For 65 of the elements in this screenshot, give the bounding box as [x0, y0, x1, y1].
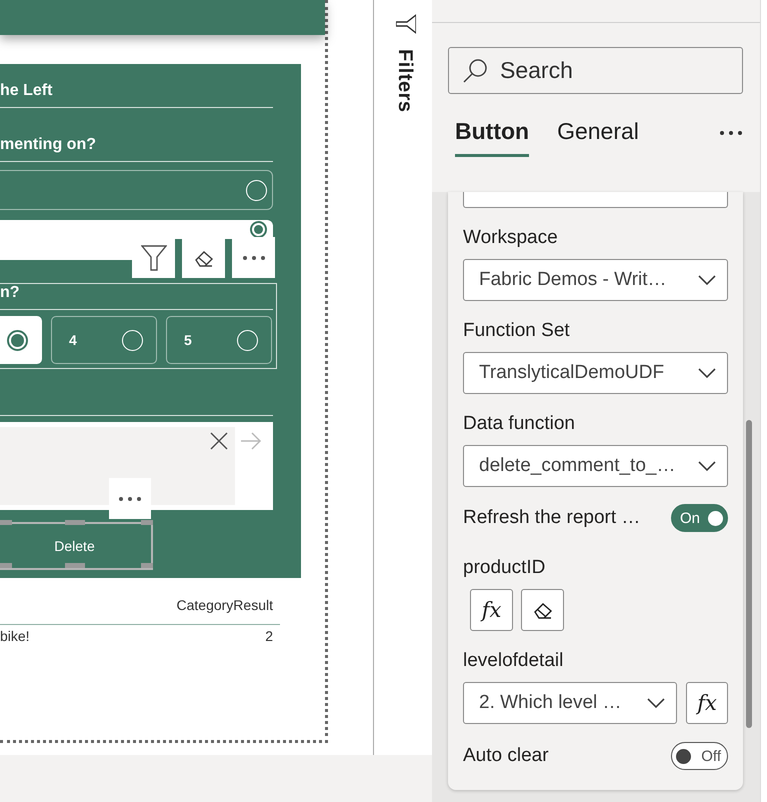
dropdown-field[interactable] — [463, 192, 728, 208]
tab[interactable]: Button — [455, 118, 530, 157]
search-icon — [462, 58, 488, 84]
chevron-down-icon — [646, 697, 666, 709]
comment-input-field[interactable] — [0, 422, 273, 510]
radio-icon[interactable] — [122, 330, 143, 350]
dropdown-field[interactable]: delete_comment_to_… — [463, 445, 728, 487]
arrow-right-icon — [240, 432, 262, 450]
dropdown-field[interactable]: TranslyticalDemoUDF — [463, 352, 728, 394]
rating-option[interactable]: 5 — [166, 316, 272, 364]
dropdown-value: delete_comment_to_… — [479, 455, 676, 477]
fx-button[interactable]: fx — [470, 589, 513, 631]
option-row[interactable] — [0, 170, 273, 210]
dropdown-value: TranslyticalDemoUDF — [479, 362, 664, 384]
chevron-down-icon — [697, 367, 717, 379]
filter-icon — [140, 244, 166, 270]
clear-button[interactable] — [521, 589, 564, 631]
form-title: he Left — [0, 79, 273, 108]
filters-label[interactable]: Filters — [393, 49, 416, 113]
setting-label: levelofdetail — [463, 649, 564, 673]
resize-handle[interactable] — [141, 563, 153, 568]
dropdown-value: 2. Which level … — [479, 692, 622, 714]
input-area[interactable] — [0, 427, 235, 505]
toolbar-button[interactable] — [182, 237, 225, 278]
resize-handle[interactable] — [65, 563, 85, 568]
radio-icon[interactable] — [246, 180, 267, 200]
rating-number: 5 — [184, 332, 192, 348]
question-label: n? — [0, 284, 273, 310]
radio-icon[interactable] — [237, 330, 258, 350]
delete-button[interactable]: Delete — [0, 522, 153, 570]
setting-label: Function Set — [463, 319, 571, 343]
resize-handle[interactable] — [141, 520, 153, 525]
dropdown-field[interactable]: Fabric Demos - Writ… — [463, 259, 728, 301]
resize-handle[interactable] — [65, 520, 85, 525]
close-icon — [210, 432, 228, 450]
tab[interactable]: General — [557, 118, 639, 157]
rating-option[interactable]: 4 — [51, 316, 157, 364]
column-header: CategoryResult — [0, 594, 280, 625]
more-icon — [118, 496, 142, 502]
chevron-down-icon — [697, 274, 717, 286]
scrollbar-thumb[interactable] — [746, 420, 752, 728]
table-cell: 2 — [265, 627, 273, 645]
resize-handle[interactable] — [0, 563, 12, 568]
search-field[interactable]: Search — [498, 56, 722, 85]
setting-label: Refresh the report … — [463, 506, 640, 530]
rating-number: 4 — [69, 332, 77, 348]
resize-handle[interactable] — [0, 520, 12, 525]
toggle-switch[interactable]: On — [671, 504, 728, 532]
filter-icon — [396, 13, 416, 35]
dropdown-value: Fabric Demos - Writ… — [479, 269, 667, 291]
search-box[interactable]: Search — [448, 47, 743, 94]
setting-label: Workspace — [463, 226, 559, 250]
radio-selected-icon[interactable] — [7, 330, 28, 350]
toggle-switch[interactable]: Off — [671, 742, 728, 770]
more-icon — [718, 130, 743, 136]
setting-label: productID — [463, 556, 546, 580]
dropdown-field[interactable]: 2. Which level … — [463, 682, 677, 724]
setting-label: Data function — [463, 412, 576, 436]
setting-label: Auto clear — [463, 744, 549, 768]
toolbar-button[interactable] — [232, 237, 275, 278]
table-cell: bike! — [0, 627, 30, 645]
more-icon — [242, 254, 266, 260]
chevron-down-icon — [697, 460, 717, 472]
question-label: menting on? — [0, 133, 273, 162]
fx-button[interactable]: fx — [686, 682, 728, 724]
